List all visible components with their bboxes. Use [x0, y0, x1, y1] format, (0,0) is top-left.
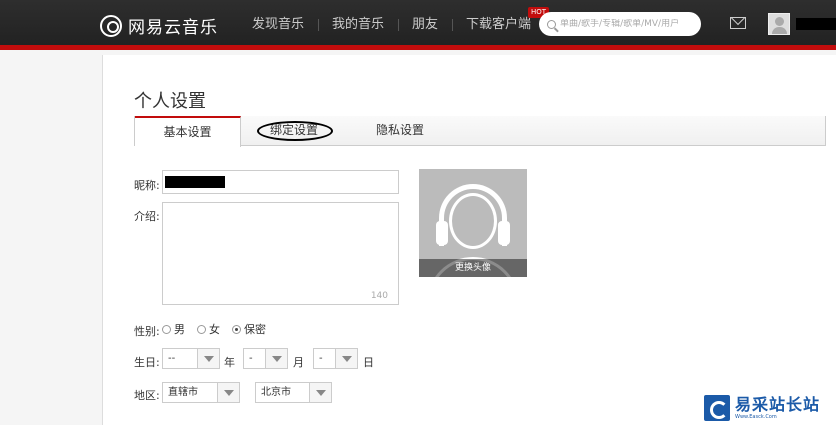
- gender-label: 性别:: [134, 325, 160, 338]
- page-title: 个人设置: [134, 91, 206, 112]
- region-label: 地区:: [134, 389, 160, 402]
- chevron-down-icon[interactable]: [309, 383, 331, 402]
- intro-char-counter: 140: [370, 291, 388, 301]
- nav-download-client[interactable]: 下载客户端 HOT: [452, 7, 550, 35]
- earcup-right: [498, 221, 510, 245]
- netease-music-logo-icon: [100, 14, 122, 37]
- search-input[interactable]: [560, 19, 695, 29]
- easck-logo-icon: [704, 395, 730, 421]
- month-unit: 月: [293, 356, 304, 369]
- gender-female-label: 女: [209, 323, 220, 336]
- birthday-year-select[interactable]: --: [162, 348, 220, 369]
- search-icon: [547, 19, 556, 29]
- chevron-down-icon[interactable]: [197, 349, 219, 368]
- nav-discover[interactable]: 发现音乐: [238, 15, 318, 35]
- gender-male[interactable]: 男: [162, 321, 185, 337]
- chevron-down-icon[interactable]: [335, 349, 357, 368]
- birthday-label: 生日:: [134, 356, 160, 369]
- watermark-subtitle: Www.Easck.Com: [735, 414, 777, 420]
- nickname-label: 昵称:: [134, 179, 160, 192]
- radio-female[interactable]: [197, 324, 206, 334]
- province-select[interactable]: 直辖市: [162, 382, 240, 403]
- top-nav-bar: 网易云音乐 发现音乐 我的音乐 朋友 下载客户端 HOT: [0, 0, 836, 50]
- avatar-head: [449, 193, 497, 249]
- mail-icon[interactable]: [730, 17, 746, 29]
- settings-panel: 个人设置 基本设置 绑定设置 隐私设置 昵称: 介绍: 140 更换头像 性别:…: [102, 55, 836, 425]
- birthday-year-value: --: [168, 353, 176, 364]
- intro-label: 介绍:: [134, 210, 160, 223]
- tab-binding-settings[interactable]: 绑定设置: [241, 116, 347, 146]
- settings-tabs: 基本设置 绑定设置 隐私设置: [134, 116, 826, 147]
- gender-radio-group: 男 女 保密: [162, 321, 266, 337]
- gender-secret-label: 保密: [244, 323, 266, 336]
- year-unit: 年: [224, 356, 235, 369]
- province-value: 直辖市: [168, 387, 198, 398]
- tab-basic-settings[interactable]: 基本设置: [135, 116, 241, 147]
- watermark-title: 易采站长站: [735, 395, 821, 414]
- chevron-down-icon[interactable]: [265, 349, 287, 368]
- nav-my-music[interactable]: 我的音乐: [318, 15, 398, 35]
- tab-privacy-settings[interactable]: 隐私设置: [347, 116, 453, 146]
- birthday-day-select[interactable]: -: [313, 348, 358, 369]
- annotation-circle: [257, 121, 333, 141]
- profile-avatar[interactable]: 更换头像: [419, 169, 527, 277]
- user-avatar[interactable]: [768, 13, 790, 35]
- radio-secret[interactable]: [232, 324, 241, 334]
- gender-male-label: 男: [174, 323, 185, 336]
- gender-secret[interactable]: 保密: [232, 321, 266, 337]
- gender-female[interactable]: 女: [197, 321, 220, 337]
- search-box[interactable]: [539, 12, 701, 36]
- change-avatar-button[interactable]: 更换头像: [419, 259, 527, 277]
- watermark-text-block: 易采站长站 Www.Easck.Com: [735, 395, 821, 421]
- chevron-down-icon[interactable]: [217, 383, 239, 402]
- nickname-input[interactable]: [162, 170, 399, 194]
- birthday-day-value: -: [319, 353, 323, 364]
- site-watermark: 易采站长站 Www.Easck.Com: [700, 391, 836, 425]
- earcup-left: [436, 221, 448, 245]
- nav-friends[interactable]: 朋友: [398, 15, 452, 35]
- birthday-month-select[interactable]: -: [243, 348, 288, 369]
- nickname-redacted: [165, 176, 225, 188]
- birthday-month-value: -: [249, 353, 253, 364]
- logo[interactable]: 网易云音乐: [100, 13, 218, 38]
- radio-male[interactable]: [162, 324, 171, 334]
- intro-textarea[interactable]: 140: [162, 202, 399, 305]
- nav-download-label: 下载客户端: [466, 17, 532, 32]
- day-unit: 日: [363, 356, 374, 369]
- city-select[interactable]: 北京市: [255, 382, 332, 403]
- username-redacted[interactable]: [796, 18, 836, 30]
- main-nav: 发现音乐 我的音乐 朋友 下载客户端 HOT: [238, 0, 550, 50]
- logo-text: 网易云音乐: [128, 18, 218, 38]
- city-value: 北京市: [261, 387, 291, 398]
